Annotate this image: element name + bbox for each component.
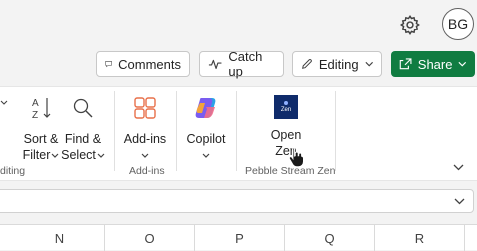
add-ins-group-label: Add-ins: [129, 165, 165, 177]
comments-label: Comments: [118, 56, 181, 72]
svg-text:Z: Z: [32, 110, 38, 121]
chevron-down-icon: [365, 61, 373, 67]
title-bar: BG Comments Catch up Editing Share: [0, 0, 477, 86]
share-button[interactable]: Share: [391, 51, 475, 77]
sort-filter-chevron-icon: [51, 153, 59, 158]
formula-expand-chevron-icon[interactable]: [454, 198, 465, 205]
find-select-line1: Find &: [64, 132, 102, 146]
copilot-button[interactable]: Copilot: [182, 95, 230, 163]
find-select-line2: Select: [61, 148, 96, 162]
zen-icon-text: Zen: [280, 107, 292, 113]
collapse-ribbon-chevron-icon[interactable]: [453, 164, 464, 171]
zen-dot-icon: [284, 101, 288, 105]
svg-text:A: A: [32, 98, 39, 109]
copilot-label: Copilot: [186, 132, 226, 146]
column-header-n[interactable]: N: [15, 225, 105, 251]
column-header-label: O: [144, 230, 155, 246]
group-separator: [114, 91, 115, 171]
column-header-label: N: [54, 230, 65, 246]
find-select-button[interactable]: Find & Select: [60, 95, 106, 163]
share-chevron-icon: [458, 61, 467, 67]
formula-bar[interactable]: [0, 189, 474, 213]
pencil-icon: [302, 58, 312, 69]
pebble-group-label: Pebble Stream Zen: [245, 165, 336, 177]
open-zen-line1: Open: [270, 128, 302, 142]
sort-filter-button[interactable]: A Z Sort & Filter: [20, 95, 62, 163]
copilot-chevron-icon: [202, 153, 210, 158]
catch-up-button[interactable]: Catch up: [199, 49, 284, 79]
sort-filter-icon: A Z: [32, 98, 51, 121]
catch-up-label: Catch up: [228, 49, 263, 79]
add-ins-button[interactable]: Add-ins: [120, 95, 170, 163]
avatar-initials: BG: [447, 16, 469, 32]
add-ins-grid-icon: [134, 97, 156, 119]
group-separator: [335, 91, 336, 171]
column-header-label: R: [414, 230, 425, 246]
comments-button[interactable]: Comments: [96, 51, 190, 77]
editing-group-label: diting: [0, 165, 26, 177]
column-header-p[interactable]: P: [195, 225, 285, 251]
add-ins-label: Add-ins: [123, 132, 167, 146]
sort-filter-line1: Sort &: [23, 132, 59, 146]
editing-mode-button[interactable]: Editing: [292, 51, 382, 77]
comment-icon: [105, 61, 112, 68]
pebble-zen-icon: Zen: [274, 95, 298, 119]
editing-label: Editing: [318, 56, 359, 72]
column-header-label: Q: [324, 230, 335, 246]
ribbon: A Z Sort & Filter Find & Select diting A…: [0, 86, 477, 181]
settings-gear-icon[interactable]: [399, 14, 421, 36]
group-separator: [236, 91, 237, 171]
column-header-r[interactable]: R: [375, 225, 465, 251]
find-select-chevron-icon: [97, 153, 105, 158]
user-avatar[interactable]: BG: [442, 8, 474, 40]
group-separator: [176, 91, 177, 171]
share-icon: [399, 58, 412, 70]
share-label: Share: [417, 56, 453, 72]
sort-filter-line2: Filter: [22, 148, 51, 162]
column-header-label: P: [235, 230, 244, 246]
partial-chevron-icon: [0, 100, 8, 105]
pulse-icon: [208, 59, 222, 70]
column-headers: N O P Q R: [0, 224, 477, 251]
column-header-q[interactable]: Q: [285, 225, 375, 251]
add-ins-chevron-icon: [141, 153, 149, 158]
magnifier-icon: [73, 98, 93, 118]
column-header-o[interactable]: O: [105, 225, 195, 251]
copilot-icon: [195, 98, 216, 118]
